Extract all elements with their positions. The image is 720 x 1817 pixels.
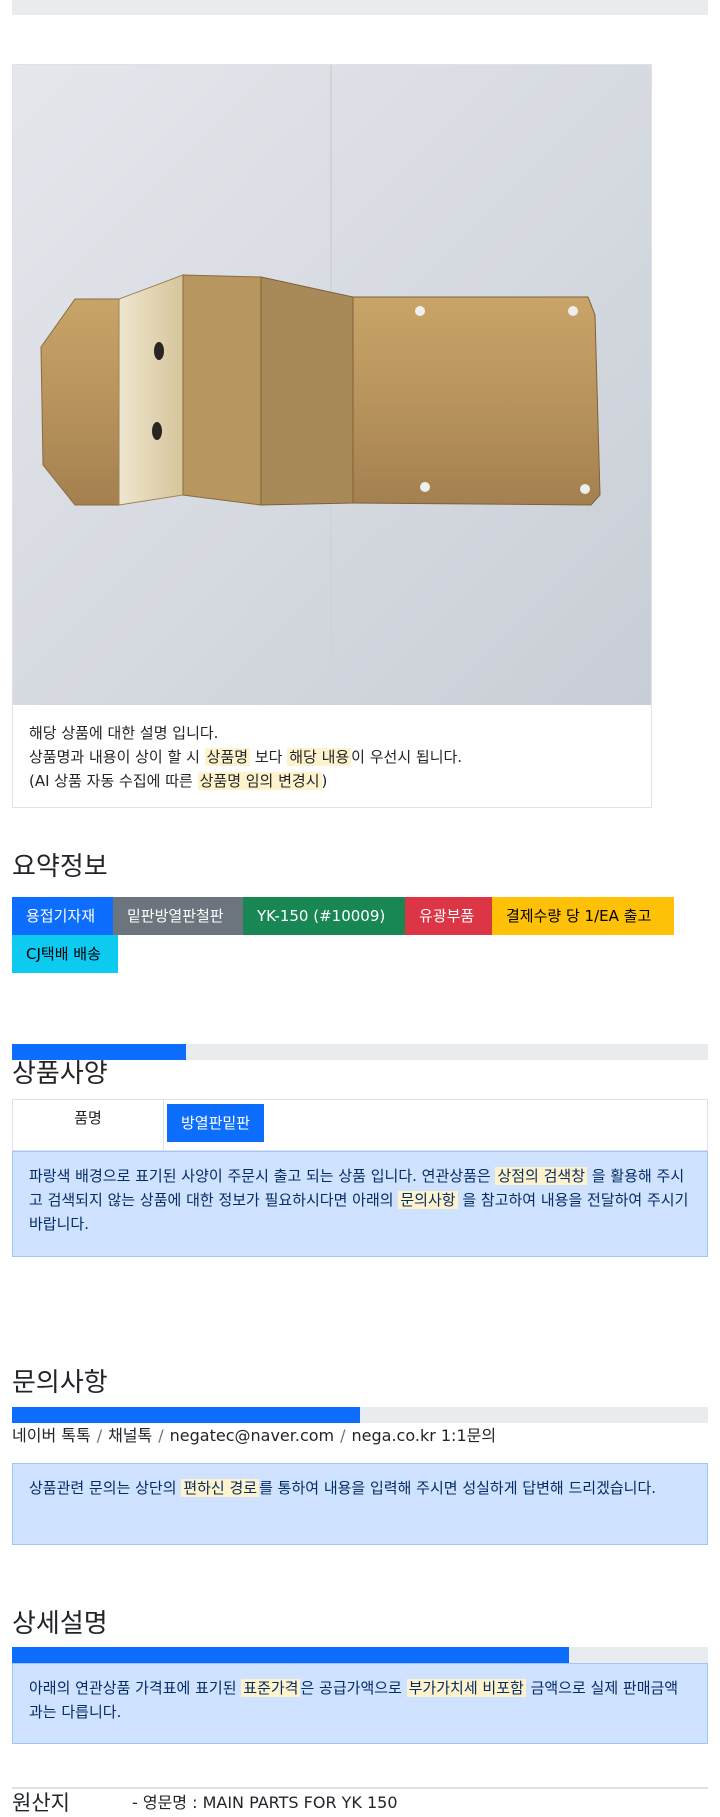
- badge-subcategory[interactable]: 밑판방열판철판: [113, 897, 243, 935]
- highlight-product-name: 상품명: [204, 748, 251, 766]
- detail-title: 상세설명: [12, 1609, 108, 1639]
- inquiry-alert: 상품관련 문의는 상단의 편하신 경로 를 통하여 내용을 입력해 주시면 성실하…: [12, 1463, 708, 1545]
- product-card: 해당 상품에 대한 설명 입니다. 상품명과 내용이 상이 할 시 상품명 보다…: [12, 64, 652, 808]
- badge-category[interactable]: 용접기자재: [12, 897, 113, 935]
- spec-title: 상품사양: [12, 1059, 108, 1089]
- highlight-content: 해당 내용: [287, 748, 352, 766]
- summary-title: 요약정보: [12, 852, 108, 882]
- highlight-name-change: 상품명 임의 변경시: [197, 772, 322, 790]
- product-photo: [13, 65, 651, 705]
- highlight-search: 상점의 검색창: [495, 1167, 588, 1185]
- badge-shipping[interactable]: CJ택배 배송: [12, 935, 118, 973]
- detail-alert: 아래의 연관상품 가격표에 표기된 표준가격 은 공급가액으로 부가가치세 비포함…: [12, 1663, 708, 1744]
- badge-model[interactable]: YK-150 (#10009): [243, 897, 405, 935]
- spec-progress: [12, 1044, 708, 1060]
- contact-separator: /: [158, 1426, 164, 1445]
- contact-separator: /: [340, 1426, 346, 1445]
- origin-value: - 영문명 : MAIN PARTS FOR YK 150: [132, 1793, 398, 1812]
- contact-email[interactable]: negatec@naver.com: [170, 1426, 334, 1445]
- contact-naver-talk[interactable]: 네이버 톡톡: [12, 1426, 91, 1445]
- contact-separator: /: [96, 1426, 103, 1445]
- badge-finish[interactable]: 유광부품: [405, 897, 492, 935]
- notice-line-3: (AI 상품 자동 수집에 따른 상품명 임의 변경시): [29, 772, 328, 790]
- spec-table: 품명 방열판밑판: [12, 1099, 708, 1151]
- spec-name-value[interactable]: 방열판밑판: [167, 1104, 265, 1142]
- badge-quantity[interactable]: 결제수량 당 1/EA 출고: [492, 897, 674, 935]
- inquiry-progress: [12, 1407, 708, 1423]
- origin-label: 원산지: [12, 1791, 70, 1815]
- inquiry-progress-fill: [12, 1407, 360, 1423]
- inquiry-title: 문의사항: [12, 1368, 108, 1398]
- detail-progress-fill: [12, 1647, 569, 1663]
- highlight-vat-excluded: 부가가치세 비포함: [406, 1679, 526, 1697]
- notice-line-2: 상품명과 내용이 상이 할 시 상품명 보다 해당 내용 이 우선시 됩니다.: [29, 748, 463, 766]
- spec-name-label: 품명: [13, 1100, 164, 1150]
- notice-line-1: 해당 상품에 대한 설명 입니다.: [29, 724, 219, 742]
- top-divider-bar: [12, 0, 708, 15]
- contact-channel-talk[interactable]: 채널톡: [108, 1426, 152, 1445]
- bracket-photo-illustration: [13, 65, 651, 705]
- spec-alert: 파랑색 배경으로 표기된 사양이 주문시 출고 되는 상품 입니다. 연관상품은…: [12, 1151, 708, 1257]
- product-notice: 해당 상품에 대한 설명 입니다. 상품명과 내용이 상이 할 시 상품명 보다…: [29, 721, 629, 793]
- contact-website[interactable]: nega.co.kr 1:1문의: [352, 1426, 497, 1445]
- highlight-route: 편하신 경로: [181, 1479, 260, 1497]
- highlight-standard-price: 표준가격: [241, 1679, 301, 1697]
- origin-divider: [12, 1787, 708, 1789]
- detail-progress: [12, 1647, 708, 1663]
- highlight-inquiry: 문의사항: [398, 1191, 458, 1209]
- contact-list: 네이버 톡톡 / 채널톡 / negatec@naver.com / nega.co.kr …: [12, 1425, 496, 1447]
